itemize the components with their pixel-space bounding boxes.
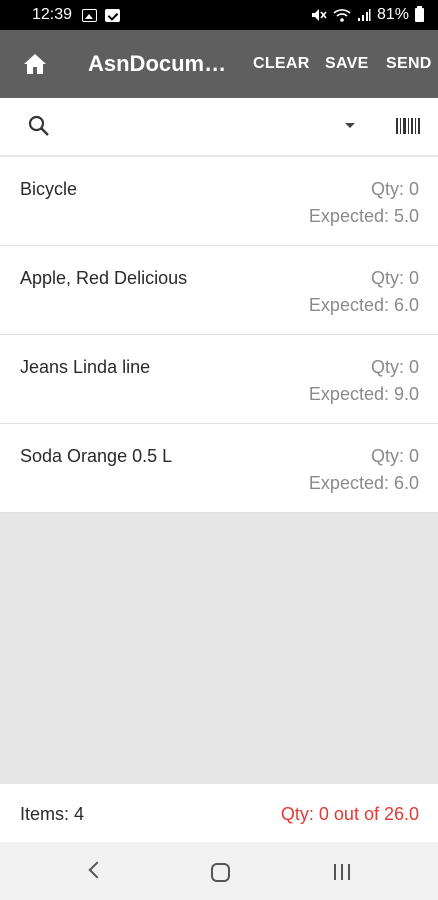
item-qty: Qty: 0	[370, 179, 419, 199]
item-list: Bicycle Qty: 0 Expected: 5.0 Apple, Red …	[0, 157, 438, 513]
back-icon[interactable]	[88, 861, 106, 879]
home-nav-icon[interactable]	[211, 863, 230, 882]
item-name: Bicycle	[20, 179, 78, 199]
list-item[interactable]: Jeans Linda line Qty: 0 Expected: 9.0	[0, 335, 438, 424]
item-name: Soda Orange 0.5 L	[20, 446, 173, 466]
status-bar: 12:39 81%	[0, 0, 438, 30]
item-expected: Expected: 6.0	[308, 473, 419, 493]
battery-icon	[415, 6, 424, 22]
item-qty: Qty: 0	[370, 446, 419, 466]
page-title: AsnDocum…	[88, 51, 227, 76]
check-notification-icon	[105, 8, 121, 22]
send-button[interactable]: SEND	[386, 55, 432, 73]
clear-button[interactable]: CLEAR	[253, 55, 310, 73]
search-bar[interactable]	[0, 98, 438, 156]
signal-icon	[357, 9, 371, 21]
home-icon	[24, 54, 46, 74]
mute-icon	[311, 9, 327, 21]
home-button[interactable]	[0, 30, 70, 98]
wifi-icon	[333, 9, 351, 22]
system-nav-bar	[0, 842, 438, 900]
gallery-notification-icon	[82, 8, 98, 22]
list-item[interactable]: Apple, Red Delicious Qty: 0 Expected: 6.…	[0, 246, 438, 335]
list-item[interactable]: Bicycle Qty: 0 Expected: 5.0	[0, 157, 438, 246]
item-name: Jeans Linda line	[20, 357, 151, 377]
dropdown-arrow-icon[interactable]	[345, 123, 355, 128]
status-time: 12:39	[32, 6, 73, 23]
save-button[interactable]: SAVE	[325, 55, 369, 73]
total-qty: Qty: 0 out of 26.0	[280, 804, 419, 824]
items-count: Items: 4	[20, 804, 85, 824]
recents-icon[interactable]	[334, 864, 350, 880]
app-bar: AsnDocum… CLEAR SAVE SEND	[0, 30, 438, 98]
item-expected: Expected: 9.0	[308, 384, 419, 404]
item-name: Apple, Red Delicious	[20, 268, 188, 288]
item-expected: Expected: 6.0	[308, 295, 419, 315]
list-item[interactable]: Soda Orange 0.5 L Qty: 0 Expected: 6.0	[0, 424, 438, 513]
summary-footer: Items: 4 Qty: 0 out of 26.0	[0, 784, 438, 842]
barcode-scan-icon[interactable]	[396, 118, 420, 134]
search-icon[interactable]	[27, 114, 51, 138]
item-qty: Qty: 0	[370, 357, 419, 377]
item-expected: Expected: 5.0	[308, 206, 419, 226]
item-qty: Qty: 0	[370, 268, 419, 288]
battery-percent: 81%	[376, 6, 409, 23]
